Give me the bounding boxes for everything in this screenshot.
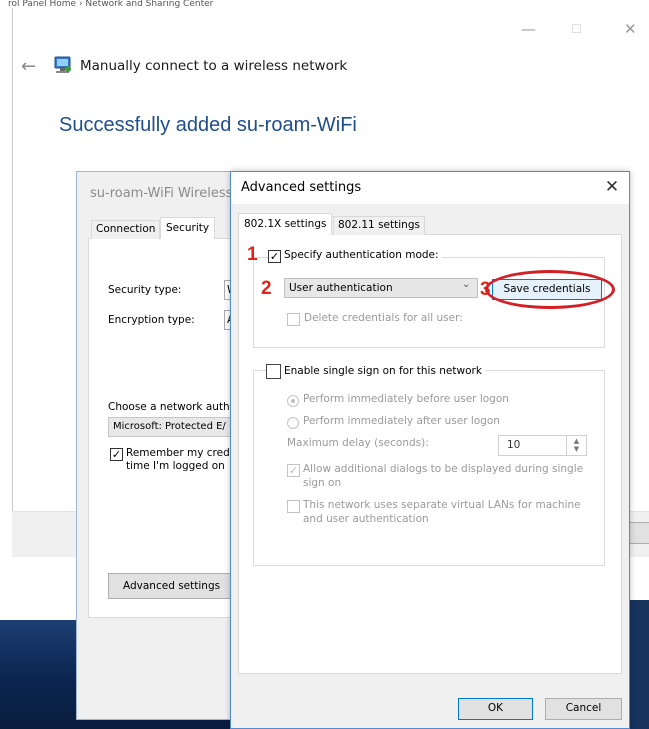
sso-label: Enable single sign on for this network — [281, 365, 485, 377]
dialog-title: Advanced settings — [241, 180, 362, 195]
tab-connection[interactable]: Connection — [91, 220, 161, 239]
network-adapter-icon — [52, 55, 74, 75]
window-close-button[interactable]: ✕ — [624, 20, 637, 38]
success-heading: Successfully added su-roam-WiFi — [59, 114, 357, 136]
auth-method-label: Choose a network auth — [108, 401, 230, 413]
chevron-down-icon: ⌄ — [462, 279, 471, 290]
minimize-button[interactable]: — — [521, 20, 536, 38]
highlight-ellipse — [485, 270, 615, 309]
auth-mode-dropdown[interactable]: User authentication — [284, 278, 478, 298]
remember-credentials-label: Remember my cred time I'm logged on — [126, 447, 230, 472]
maximize-button[interactable]: ☐ — [571, 20, 582, 38]
allow-dialogs-checkbox[interactable]: ✓ — [287, 464, 300, 477]
back-arrow-icon[interactable]: ← — [21, 56, 36, 77]
delete-credentials-checkbox[interactable] — [287, 313, 300, 326]
tab-security[interactable]: Security — [160, 217, 216, 239]
ok-button[interactable]: OK — [458, 698, 533, 720]
wizard-title: Manually connect to a wireless network — [80, 58, 348, 74]
tab-8021x-settings[interactable]: 802.1X settings — [238, 213, 333, 235]
delete-credentials-label: Delete credentials for all user: — [304, 312, 463, 324]
spin-arrows-icon[interactable]: ▲ ▼ — [566, 436, 586, 455]
sso-checkbox[interactable] — [266, 364, 281, 379]
tab-80211-settings[interactable]: 802.11 settings — [333, 216, 425, 235]
separate-vlans-checkbox[interactable] — [287, 500, 300, 513]
security-type-label: Security type: — [108, 284, 182, 296]
cancel-button[interactable]: Cancel — [545, 698, 622, 720]
dialog-close-icon[interactable]: ✕ — [601, 176, 623, 198]
specify-auth-checkbox[interactable]: ✓ — [268, 250, 281, 263]
step-1-marker: 1 — [247, 244, 258, 265]
auth-method-select[interactable]: Microsoft: Protected E/ — [108, 417, 236, 437]
encryption-type-label: Encryption type: — [108, 314, 195, 326]
radio-before-logon[interactable] — [287, 395, 299, 407]
separate-vlans-label: This network uses separate virtual LANs … — [303, 499, 581, 525]
specify-auth-label: Specify authentication mode: — [281, 249, 442, 261]
max-delay-label: Maximum delay (seconds): — [287, 437, 429, 449]
allow-dialogs-label: Allow additional dialogs to be displayed… — [303, 463, 584, 489]
step-2-marker: 2 — [261, 278, 272, 299]
remember-credentials-checkbox[interactable]: ✓ — [110, 448, 123, 461]
radio-before-logon-label: Perform immediately before user logon — [303, 393, 509, 405]
radio-after-logon-label: Perform immediately after user logon — [303, 415, 500, 427]
properties-title: su-roam-WiFi Wireless — [90, 186, 233, 201]
advanced-settings-button[interactable]: Advanced settings — [108, 573, 236, 599]
radio-after-logon[interactable] — [287, 417, 299, 429]
